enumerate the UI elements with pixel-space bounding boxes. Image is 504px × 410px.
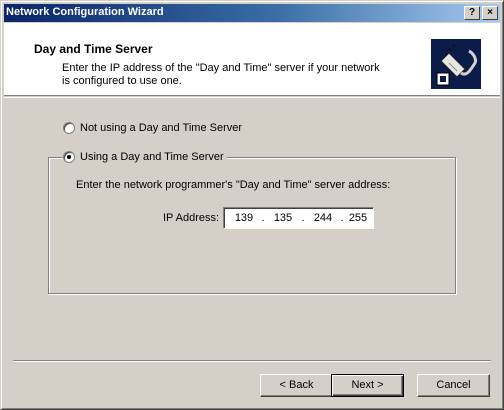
next-button[interactable]: Next > — [331, 374, 404, 397]
radio-label: Not using a Day and Time Server — [80, 122, 243, 135]
back-button[interactable]: < Back — [260, 374, 333, 397]
page-title: Day and Time Server — [34, 42, 153, 56]
ip-octet-4[interactable]: 255 — [345, 212, 371, 224]
ip-separator: . — [261, 212, 265, 224]
radio-button[interactable] — [63, 151, 75, 164]
cancel-button[interactable]: Cancel — [417, 374, 490, 397]
window-title: Network Configuration Wizard — [6, 6, 164, 18]
button-divider — [13, 360, 491, 362]
ip-address-field[interactable]: 139 . 135 . 244 . 255 — [223, 207, 374, 229]
wizard-window: Network Configuration Wizard ? × Day and… — [0, 0, 504, 410]
ip-address-label: IP Address: — [163, 212, 220, 224]
server-instruction: Enter the network programmer's "Day and … — [76, 179, 391, 191]
page-description: Enter the IP address of the "Day and Tim… — [62, 62, 380, 87]
network-cable-chip-icon — [431, 39, 481, 89]
ip-octet-1[interactable]: 139 — [231, 212, 257, 224]
title-bar[interactable]: Network Configuration Wizard ? × — [4, 4, 500, 22]
ip-octet-2[interactable]: 135 — [270, 212, 296, 224]
header-divider — [4, 97, 500, 98]
radio-button[interactable] — [63, 122, 75, 135]
help-button[interactable]: ? — [464, 6, 480, 20]
radio-not-using-server[interactable]: Not using a Day and Time Server — [63, 122, 243, 135]
radio-using-server[interactable]: Using a Day and Time Server — [63, 151, 227, 164]
close-button[interactable]: × — [482, 6, 498, 20]
ip-octet-3[interactable]: 244 — [310, 212, 336, 224]
ip-separator: . — [301, 212, 305, 224]
radio-label: Using a Day and Time Server — [80, 151, 224, 164]
wizard-header: Day and Time Server Enter the IP address… — [4, 23, 500, 96]
